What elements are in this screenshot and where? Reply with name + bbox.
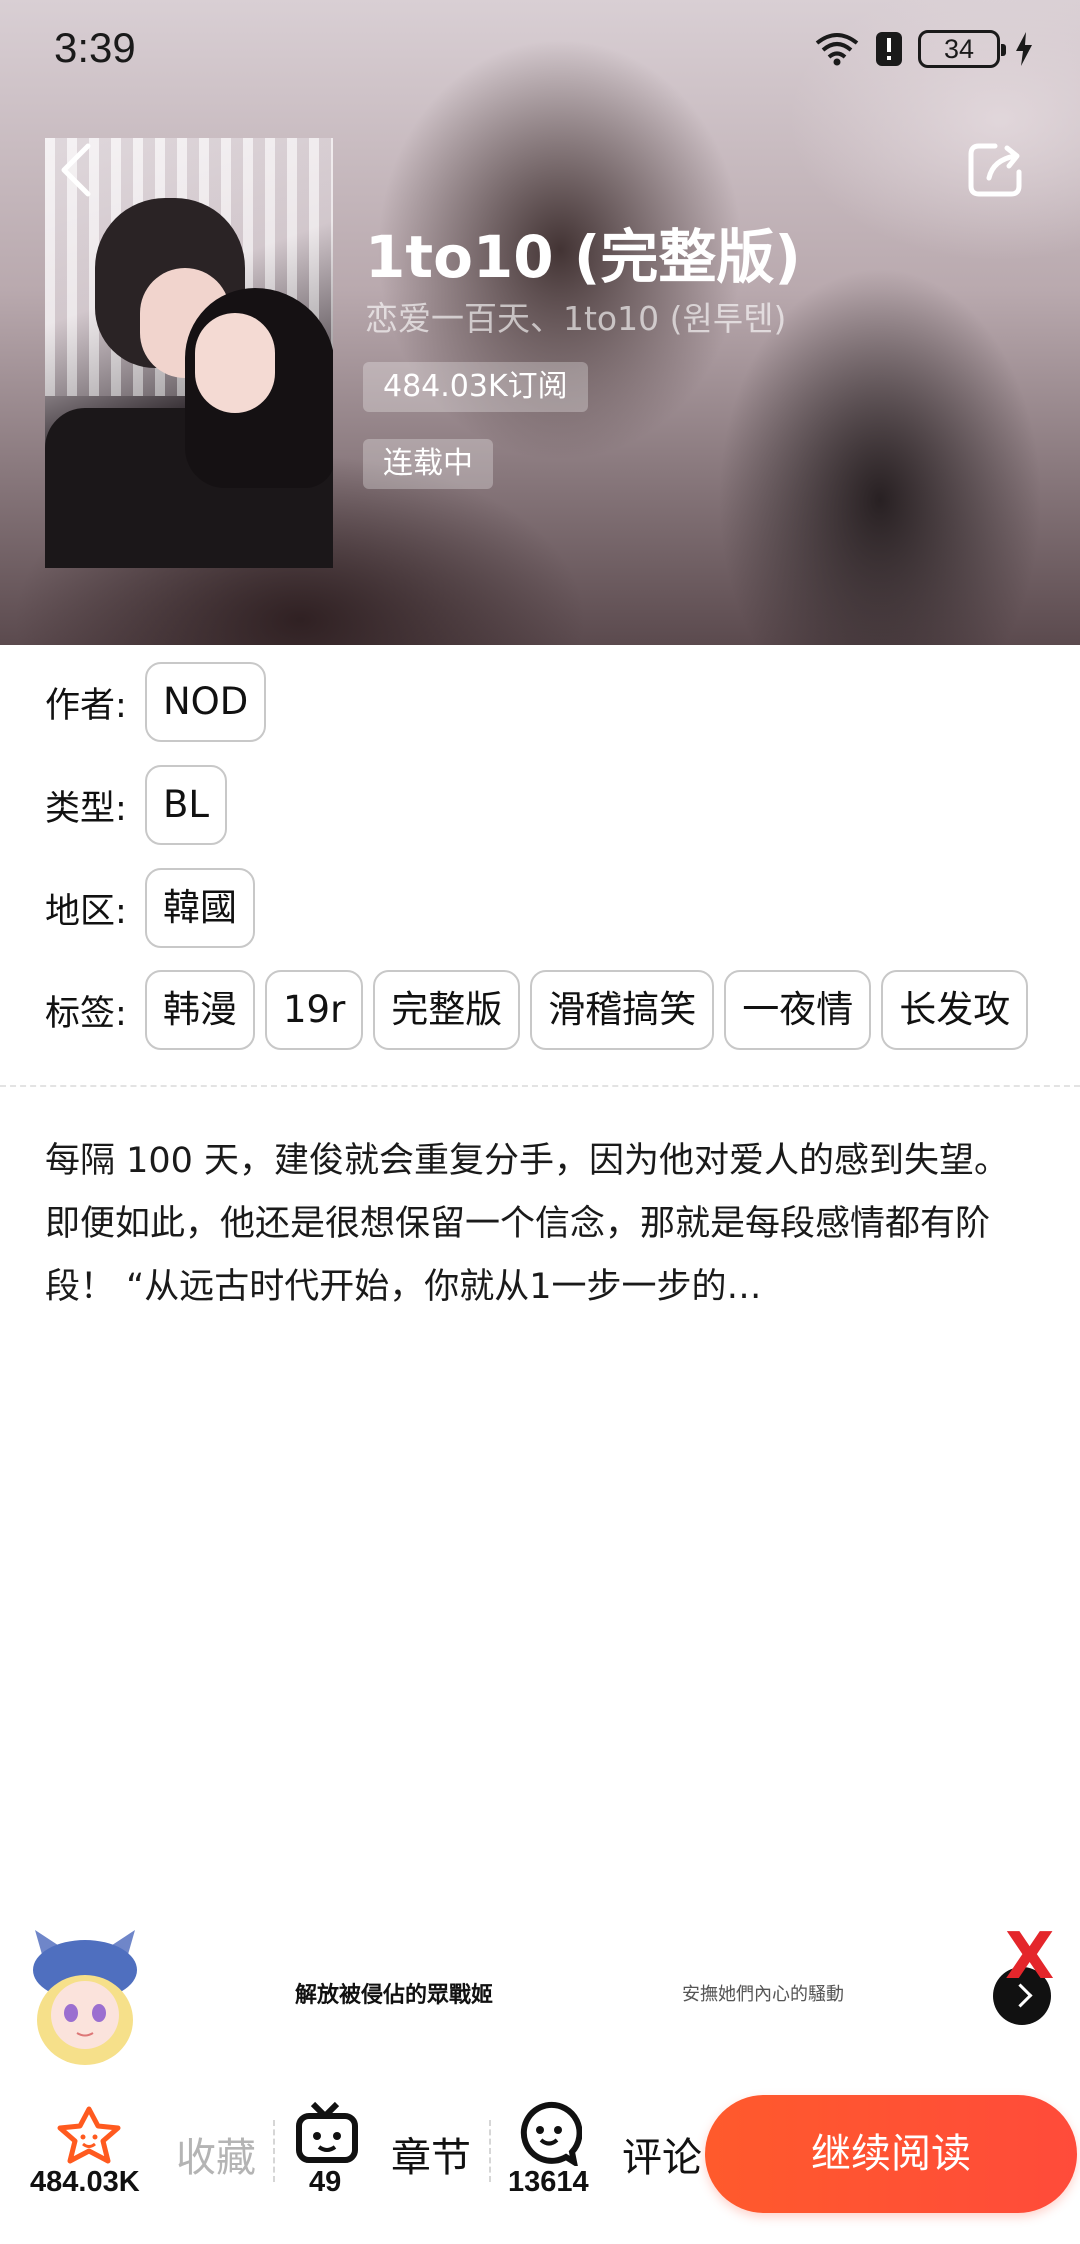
charging-icon xyxy=(1016,32,1032,66)
ad-close-button[interactable]: X xyxy=(1005,1925,1054,1989)
tag-list: 韩漫 19r 完整版 滑稽搞笑 一夜情 长发攻 xyxy=(145,970,1029,1050)
comic-description[interactable]: 每隔 100 天，建俊就会重复分手，因为他对爱人的感到失望。 即便如此，他还是很… xyxy=(45,1130,1035,1319)
author-label: 作者: xyxy=(45,685,127,726)
status-time: 3:39 xyxy=(54,24,136,71)
chapters-count: 49 xyxy=(309,2166,342,2198)
tag-chip[interactable]: 一夜情 xyxy=(724,970,872,1050)
battery-icon: 34 xyxy=(918,30,1006,68)
chapters-button[interactable]: 49 章节 xyxy=(285,2080,485,2244)
type-row: 类型: BL xyxy=(45,765,227,845)
status-bar: 3:39 34 xyxy=(0,0,1080,100)
comments-label: 评论 xyxy=(622,2135,702,2181)
favorite-button[interactable]: 484.03K 收藏 xyxy=(0,2080,270,2244)
tag-chip[interactable]: 韩漫 xyxy=(145,970,255,1050)
serial-status-badge: 连载中 xyxy=(363,439,493,489)
comments-count: 13614 xyxy=(508,2166,589,2198)
tags-row: 标签: 韩漫 19r 完整版 滑稽搞笑 一夜情 长发攻 xyxy=(45,970,1029,1050)
region-row: 地区: 韓國 xyxy=(45,868,255,948)
tag-chip[interactable]: 19r xyxy=(265,970,364,1050)
alert-icon xyxy=(876,32,902,66)
continue-reading-button[interactable]: 继续阅读 xyxy=(705,2095,1077,2213)
comic-cover xyxy=(45,138,333,568)
status-icons: 34 xyxy=(814,30,1034,68)
comments-button[interactable]: 13614 评论 xyxy=(500,2080,705,2244)
share-icon[interactable] xyxy=(965,138,1027,200)
favorite-count: 484.03K xyxy=(30,2166,140,2198)
separator xyxy=(273,2120,275,2182)
favorite-label: 收藏 xyxy=(176,2135,256,2181)
separator xyxy=(489,2120,491,2182)
ad-subtitle: 安撫她們內心的騷動 xyxy=(682,1984,844,2005)
ad-title: 解放被侵佔的眾戰姬 xyxy=(295,1983,494,2008)
subscription-count-badge: 484.03K订阅 xyxy=(363,362,588,412)
chapters-label: 章节 xyxy=(391,2135,471,2181)
wifi-icon xyxy=(815,33,859,66)
comic-title: 1to10 (完整版) xyxy=(365,223,801,291)
author-chip[interactable]: NOD xyxy=(145,662,267,742)
tags-label: 标签: xyxy=(45,993,127,1034)
author-row: 作者: NOD xyxy=(45,662,267,742)
comments-icon xyxy=(520,2101,582,2166)
section-divider xyxy=(0,1085,1080,1087)
type-chip[interactable]: BL xyxy=(145,765,227,845)
ad-banner[interactable]: 解放被侵佔的眾戰姬 安撫她們內心的騷動 X xyxy=(0,1925,1080,2065)
bottom-action-bar: 484.03K 收藏 49 章节 13614 评论 继续阅读 xyxy=(0,2080,1080,2244)
tag-chip[interactable]: 滑稽搞笑 xyxy=(530,970,715,1050)
star-face-icon xyxy=(57,2106,121,2164)
tag-chip[interactable]: 完整版 xyxy=(373,970,521,1050)
region-chip[interactable]: 韓國 xyxy=(145,868,255,948)
region-label: 地区: xyxy=(45,891,127,932)
comic-alt-titles: 恋爱一百天、1to10 (원투텐) xyxy=(365,299,787,338)
hero-header: 3:39 34 1to10 (完整版) 恋爱一百天、1to10 (원투텐) 48… xyxy=(0,0,1080,645)
type-label: 类型: xyxy=(45,788,127,829)
tag-chip[interactable]: 长发攻 xyxy=(881,970,1029,1050)
battery-level: 34 xyxy=(943,33,975,64)
back-icon[interactable] xyxy=(52,140,102,200)
ad-character-image xyxy=(33,1930,137,2065)
chapters-icon xyxy=(296,2101,358,2163)
